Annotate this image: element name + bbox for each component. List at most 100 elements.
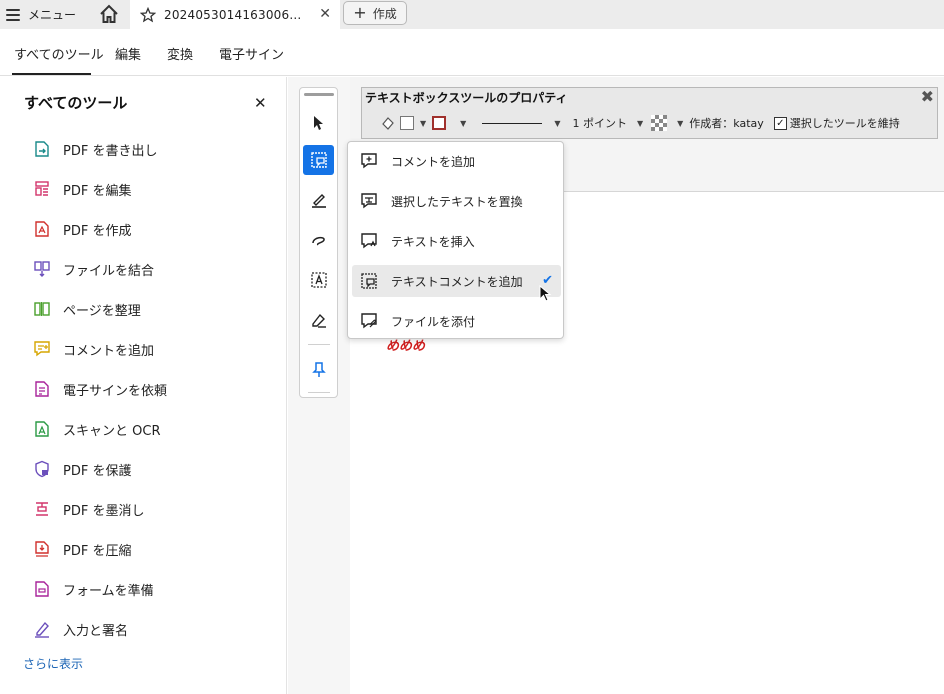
tool-request-esign[interactable]: 電子サインを依頼 <box>33 378 167 400</box>
tab-title: 2024053014163006... <box>164 7 302 22</box>
tool-create-pdf[interactable]: PDF を作成 <box>33 218 131 240</box>
tool-label: コメントを追加 <box>63 343 155 359</box>
opacity-icon[interactable] <box>651 115 668 131</box>
menu-item-add-comment[interactable]: コメントを追加 <box>352 145 561 177</box>
nav-esign[interactable]: 電子サイン <box>219 44 284 63</box>
tool-label: PDF を作成 <box>63 223 132 239</box>
show-more-link[interactable]: さらに表示 <box>23 655 83 672</box>
menu-item-replace-text[interactable]: 選択したテキストを置換 <box>352 185 561 217</box>
tool-label: PDF を書き出し <box>63 143 158 159</box>
text-comment-dropdown: コメントを追加 選択したテキストを置換 テキストを挿入 テキストコメントを追加 … <box>347 141 564 339</box>
menu-label: メニュー <box>28 8 77 22</box>
tool-label: フォームを準備 <box>63 583 154 599</box>
nav-convert[interactable]: 変換 <box>167 44 193 63</box>
line-width-value[interactable]: 1 ポイント <box>572 115 627 131</box>
text-comment-icon <box>361 273 377 289</box>
mouse-pointer-icon <box>539 285 552 302</box>
redact-pdf-icon <box>36 502 48 516</box>
line-style-sample[interactable] <box>482 122 543 124</box>
document-tab[interactable]: 2024053014163006... ✕ <box>130 0 340 29</box>
menu-item-label: コメントを追加 <box>391 154 476 169</box>
combine-files-icon <box>34 261 50 277</box>
request-esign-icon <box>35 381 49 397</box>
compress-pdf-icon <box>35 541 49 557</box>
cursor-icon <box>313 116 323 130</box>
create-button[interactable]: + 作成 <box>343 1 407 25</box>
protect-pdf-icon <box>35 460 49 478</box>
tool-label: ページを整理 <box>63 303 141 319</box>
title-bar: メニュー 2024053014163006... ✕ + 作成 <box>0 0 944 29</box>
hamburger-icon <box>6 8 20 21</box>
tool-combine-files[interactable]: ファイルを結合 <box>33 258 154 280</box>
create-pdf-icon <box>35 221 49 237</box>
chevron-down-icon[interactable]: ▼ <box>460 119 466 128</box>
comment-toolstrip <box>299 87 338 398</box>
textbox-tool-button[interactable] <box>303 265 334 295</box>
nav-edit[interactable]: 編集 <box>115 44 141 63</box>
menu-button[interactable]: メニュー <box>6 0 76 29</box>
tool-label: スキャンと OCR <box>63 423 161 439</box>
tool-protect-pdf[interactable]: PDF を保護 <box>33 458 131 480</box>
keep-tool-checkbox[interactable]: ✓ <box>773 116 787 130</box>
properties-title: テキストボックスツールのプロパティ <box>365 91 568 105</box>
top-nav: すべてのツール 編集 変換 電子サイン <box>0 29 944 76</box>
edit-pdf-icon <box>35 181 49 196</box>
tool-compress-pdf[interactable]: PDF を圧縮 <box>33 538 131 560</box>
text-comment-tool-button[interactable] <box>303 145 334 175</box>
close-panel-icon[interactable]: ✕ <box>254 94 267 112</box>
toolstrip-divider <box>308 392 330 393</box>
active-nav-indicator <box>12 73 91 75</box>
chevron-down-icon[interactable]: ▼ <box>677 119 683 128</box>
pin-toolbar-button[interactable] <box>303 355 334 385</box>
nav-all-tools[interactable]: すべてのツール <box>14 44 104 63</box>
tool-label: PDF を保護 <box>63 463 132 479</box>
replace-text-icon <box>361 193 377 209</box>
select-tool-button[interactable] <box>303 108 334 138</box>
textbox-properties-toolbar: テキストボックスツールのプロパティ ✖ ▼ ▼ ▼ 1 ポイント ▼ ▼ 作成者… <box>361 87 938 139</box>
close-properties-icon[interactable]: ✖ <box>921 87 934 106</box>
sign-tool-button[interactable] <box>303 305 334 335</box>
highlight-tool-button[interactable] <box>303 185 334 215</box>
add-comment-icon <box>34 341 50 357</box>
draw-tool-button[interactable] <box>303 225 334 255</box>
tool-label: PDF を圧縮 <box>63 543 132 559</box>
toolstrip-divider <box>308 344 330 345</box>
tool-label: PDF を墨消し <box>63 503 145 519</box>
chevron-down-icon[interactable]: ▼ <box>554 119 560 128</box>
star-icon[interactable] <box>140 6 156 23</box>
fill-sign-icon <box>35 621 49 638</box>
chevron-down-icon[interactable]: ▼ <box>420 119 426 128</box>
highlighter-icon <box>311 194 326 208</box>
menu-item-text-comment[interactable]: テキストコメントを追加 ✔ <box>352 265 561 297</box>
tool-prepare-form[interactable]: フォームを準備 <box>33 578 154 600</box>
menu-item-label: テキストを挿入 <box>391 234 475 249</box>
border-color-swatch[interactable] <box>432 116 447 130</box>
tool-fill-sign[interactable]: 入力と署名 <box>33 618 128 640</box>
text-comment-icon <box>310 152 327 168</box>
prepare-form-icon <box>35 581 49 597</box>
pen-icon <box>311 313 326 328</box>
home-icon <box>100 4 118 23</box>
add-comment-icon <box>361 153 377 169</box>
tool-export-pdf[interactable]: PDF を書き出し <box>33 138 157 160</box>
panel-title: すべてのツール <box>24 94 128 112</box>
menu-item-attach-file[interactable]: ファイルを添付 <box>352 305 561 337</box>
tool-redact-pdf[interactable]: PDF を墨消し <box>33 498 144 520</box>
close-tab-icon[interactable]: ✕ <box>319 6 331 22</box>
home-button[interactable] <box>97 3 121 25</box>
tool-scan-ocr[interactable]: スキャンと OCR <box>33 418 160 440</box>
drag-handle[interactable] <box>304 93 334 96</box>
menu-item-label: 選択したテキストを置換 <box>391 194 523 209</box>
all-tools-panel: すべてのツール ✕ PDF を書き出し PDF を編集 PDF を作成 ファイル… <box>0 77 287 694</box>
tool-label: ファイルを結合 <box>63 263 155 279</box>
tool-label: 電子サインを依頼 <box>63 383 168 399</box>
tool-label: PDF を編集 <box>63 183 132 199</box>
tool-edit-pdf[interactable]: PDF を編集 <box>33 178 131 200</box>
keep-tool-label[interactable]: 選択したツールを維持 <box>790 115 900 131</box>
tool-organize-pages[interactable]: ページを整理 <box>33 298 141 320</box>
insert-text-icon <box>361 233 377 249</box>
fill-color-swatch[interactable] <box>400 116 414 130</box>
chevron-down-icon[interactable]: ▼ <box>637 119 643 128</box>
tool-add-comment[interactable]: コメントを追加 <box>33 338 154 360</box>
menu-item-insert-text[interactable]: テキストを挿入 <box>352 225 561 257</box>
